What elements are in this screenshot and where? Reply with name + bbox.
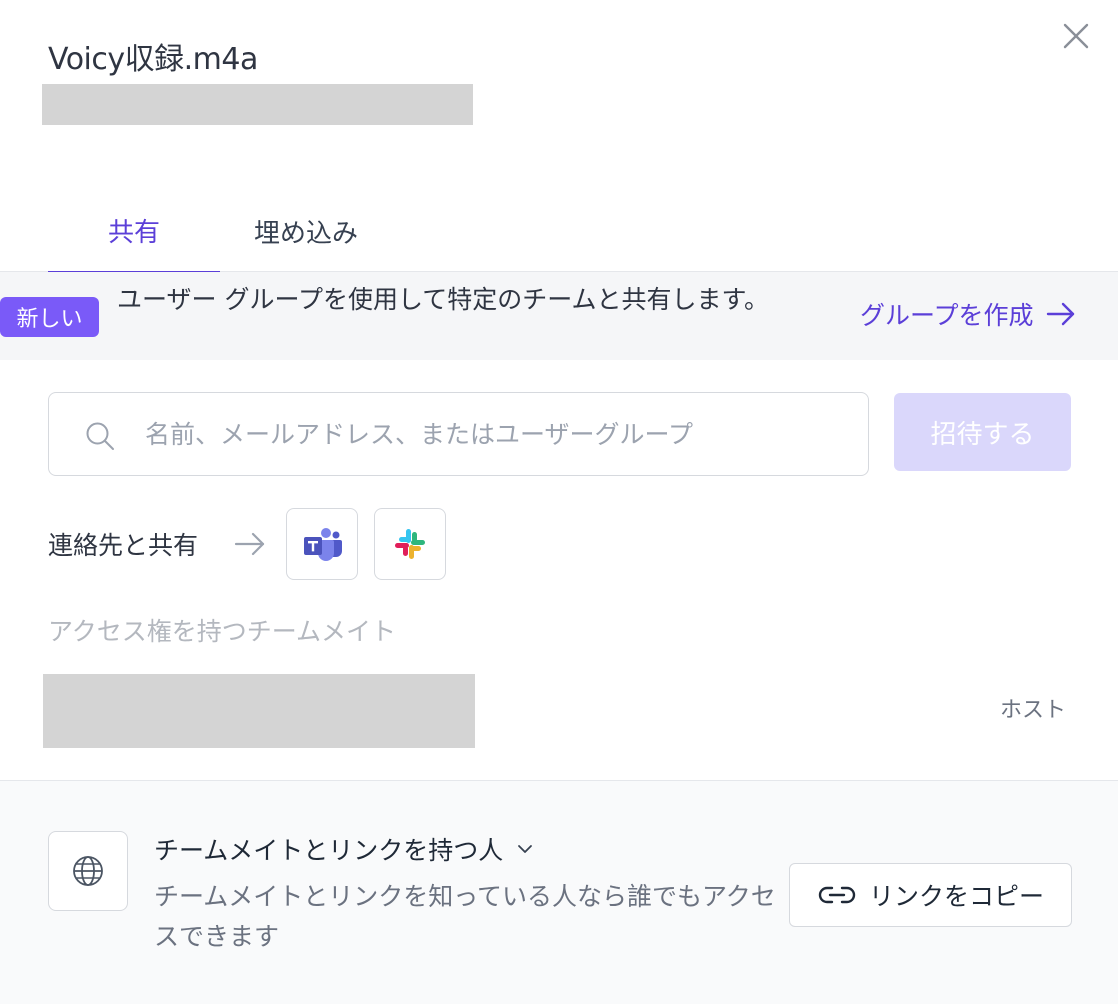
copy-link-button[interactable]: リンクをコピー: [789, 863, 1072, 927]
slack-icon: [395, 529, 425, 559]
arrow-right-icon: [1046, 302, 1074, 326]
create-group-link[interactable]: グループを作成: [860, 292, 1076, 336]
invite-button[interactable]: 招待する: [894, 393, 1071, 471]
teammates-section-label: アクセス権を持つチームメイト: [48, 617, 397, 646]
create-group-label: グループを作成: [860, 301, 1034, 330]
link-access-description: チームメイトとリンクを知っている人なら誰でもアクセスできます: [154, 882, 776, 951]
chevron-down-icon: [518, 845, 533, 853]
share-dialog: Voicy収録.m4a 共有 埋め込み 新しい ユーザー グループを使用して特定…: [0, 0, 1118, 1004]
close-button[interactable]: [1058, 18, 1094, 54]
link-icon: [818, 886, 856, 904]
tab-embed[interactable]: 埋め込み: [222, 190, 390, 272]
user-groups-banner: 新しい ユーザー グループを使用して特定のチームと共有します。 グループを作成: [0, 272, 1118, 360]
link-access-dropdown[interactable]: チームメイトとリンクを持つ人: [154, 829, 533, 869]
banner-text: ユーザー グループを使用して特定のチームと共有します。: [117, 285, 769, 314]
share-slack-button[interactable]: [374, 508, 446, 580]
globe-icon: [73, 856, 103, 886]
arrow-right-icon: [234, 532, 265, 556]
link-access-footer: チームメイトとリンクを持つ人 チームメイトとリンクを知っている人なら誰でもアクセ…: [0, 780, 1118, 1004]
teams-icon: [304, 528, 342, 561]
share-with-contacts-label: 連絡先と共有: [48, 531, 199, 560]
tab-bar: 共有 埋め込み: [0, 190, 1118, 273]
redacted-member: [43, 674, 475, 748]
invite-search-field[interactable]: [48, 392, 869, 476]
new-badge: 新しい: [0, 297, 99, 337]
invite-search-input[interactable]: [145, 411, 845, 457]
redacted-subtitle: [42, 84, 473, 125]
search-icon: [86, 422, 114, 450]
share-teams-button[interactable]: [286, 508, 358, 580]
tab-share[interactable]: 共有: [48, 190, 220, 273]
copy-link-label: リンクをコピー: [868, 882, 1044, 911]
dialog-title: Voicy収録.m4a: [48, 42, 258, 77]
close-icon: [1063, 23, 1089, 49]
globe-icon-box: [48, 831, 128, 911]
link-access-value: チームメイトとリンクを持つ人: [154, 836, 504, 865]
member-role-label: ホスト: [1000, 698, 1067, 723]
